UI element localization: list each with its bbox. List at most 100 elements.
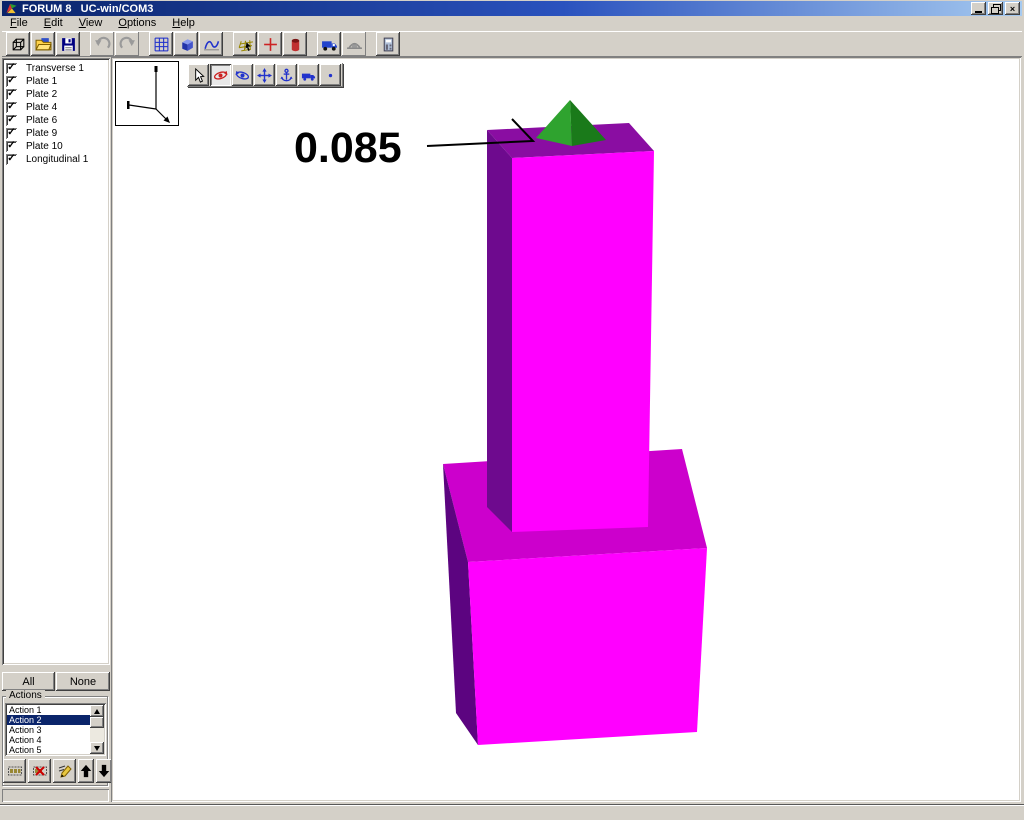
scroll-up-button[interactable]: [90, 705, 104, 717]
redo-button[interactable]: [115, 32, 139, 56]
status-bar: [0, 804, 1024, 820]
list-item[interactable]: Plate 4: [2, 101, 110, 114]
orbit-alt-tool-button[interactable]: [232, 64, 253, 86]
all-button[interactable]: All: [2, 672, 55, 691]
column-left-face: [487, 130, 512, 532]
action-delete-button[interactable]: [28, 759, 51, 783]
menu-view[interactable]: View: [71, 16, 111, 31]
save-icon: [61, 37, 75, 51]
drive-tool-button[interactable]: [298, 64, 319, 86]
plate-label: Plate 2: [26, 89, 58, 100]
solid-view-button[interactable]: [174, 32, 198, 56]
pyramid-left-face: [536, 100, 572, 146]
app-logo-icon: [6, 3, 17, 14]
actions-list[interactable]: Action 1 Action 2 Action 3 Action 4 Acti…: [5, 703, 106, 756]
calculator-button[interactable]: [376, 32, 400, 56]
base-front-face: [468, 548, 707, 745]
minimize-button[interactable]: [971, 2, 986, 15]
undo-icon: [94, 36, 110, 48]
load-marker-button[interactable]: [283, 32, 307, 56]
list-item[interactable]: Plate 1: [2, 75, 110, 88]
checkbox-checked-icon[interactable]: [6, 89, 17, 100]
save-button[interactable]: [56, 32, 80, 56]
action-delete-icon: [32, 766, 47, 776]
redo-icon: [119, 36, 135, 48]
checkbox-checked-icon[interactable]: [6, 154, 17, 165]
arrow-down-icon: [98, 764, 110, 778]
plate-label: Longitudinal 1: [26, 154, 89, 165]
view-toolbar: [187, 63, 343, 87]
close-icon: ×: [1009, 3, 1016, 14]
checkbox-checked-icon[interactable]: [6, 102, 17, 113]
checkbox-checked-icon[interactable]: [6, 63, 17, 74]
curve-tool-button[interactable]: [199, 32, 223, 56]
menu-options[interactable]: Options: [110, 16, 164, 31]
list-item[interactable]: Plate 2: [2, 88, 110, 101]
point-tool-button[interactable]: [320, 64, 341, 86]
main-toolbar: [2, 31, 1022, 57]
restore-button[interactable]: [988, 2, 1003, 15]
action-edit-button[interactable]: [53, 759, 76, 783]
menu-edit[interactable]: Edit: [36, 16, 71, 31]
new-model-button[interactable]: [6, 32, 30, 56]
move-up-button[interactable]: [78, 759, 94, 783]
action-buttons-row: [3, 759, 114, 783]
mesh-icon: [238, 39, 253, 51]
checkbox-checked-icon[interactable]: [6, 128, 17, 139]
select-tool-button[interactable]: [188, 64, 209, 86]
list-item[interactable]: Transverse 1: [2, 62, 110, 75]
move-down-button[interactable]: [96, 759, 112, 783]
action-item[interactable]: Action 1: [7, 705, 90, 715]
checkbox-checked-icon[interactable]: [6, 76, 17, 87]
scroll-thumb[interactable]: [90, 717, 104, 728]
title-bar[interactable]: FORUM 8 UC-win/COM3 ×: [2, 1, 1022, 16]
close-button[interactable]: ×: [1005, 2, 1020, 15]
actions-group-title: Actions: [6, 690, 45, 701]
action-item[interactable]: Action 5: [7, 745, 90, 754]
pan-tool-button[interactable]: [254, 64, 275, 86]
anchor-icon: [280, 68, 293, 81]
bridge-load-button[interactable]: [342, 32, 366, 56]
pan-icon: [257, 67, 272, 83]
undo-button[interactable]: [90, 32, 114, 56]
restore-icon: [991, 4, 1001, 14]
wireframe-cube-icon: [12, 38, 24, 50]
grid-icon: [154, 37, 168, 51]
action-add-button[interactable]: [3, 759, 26, 783]
model-canvas[interactable]: 0.085: [113, 59, 1019, 800]
grid-view-button[interactable]: [149, 32, 173, 56]
plate-label: Plate 1: [26, 76, 58, 87]
axis-triad-icon: [127, 66, 170, 123]
list-item[interactable]: Longitudinal 1: [2, 153, 110, 166]
curve-icon: [203, 40, 219, 50]
solid-cube-icon: [181, 38, 193, 51]
list-item[interactable]: Plate 9: [2, 127, 110, 140]
action-item[interactable]: Action 4: [7, 735, 90, 745]
window-title: FORUM 8 UC-win/COM3: [22, 2, 154, 15]
mesh-edit-button[interactable]: [233, 32, 257, 56]
triangle-up-icon: [94, 708, 100, 714]
none-button[interactable]: None: [56, 672, 110, 691]
truck-icon: [321, 40, 337, 51]
viewport-3d[interactable]: 0.085: [111, 57, 1021, 802]
vehicle-button[interactable]: [317, 32, 341, 56]
crosshair-icon: [263, 37, 277, 51]
menu-bar: File Edit View Options Help: [2, 16, 1022, 31]
crosshair-button[interactable]: [258, 32, 282, 56]
orbit-tool-button-active[interactable]: [210, 64, 231, 86]
list-item[interactable]: Plate 10: [2, 140, 110, 153]
menu-file[interactable]: File: [2, 16, 36, 31]
open-button[interactable]: [31, 32, 55, 56]
checkbox-checked-icon[interactable]: [6, 141, 17, 152]
action-item-selected[interactable]: Action 2: [7, 715, 90, 725]
menu-help[interactable]: Help: [164, 16, 203, 31]
anchor-tool-button[interactable]: [276, 64, 297, 86]
checkbox-checked-icon[interactable]: [6, 115, 17, 126]
action-item[interactable]: Action 3: [7, 725, 90, 735]
scroll-down-button[interactable]: [90, 742, 104, 754]
actions-scrollbar[interactable]: [90, 705, 104, 754]
plate-label: Plate 9: [26, 128, 58, 139]
list-item[interactable]: Plate 6: [2, 114, 110, 127]
action-list-icon: [7, 766, 22, 776]
orbit-blue-icon: [235, 70, 250, 80]
